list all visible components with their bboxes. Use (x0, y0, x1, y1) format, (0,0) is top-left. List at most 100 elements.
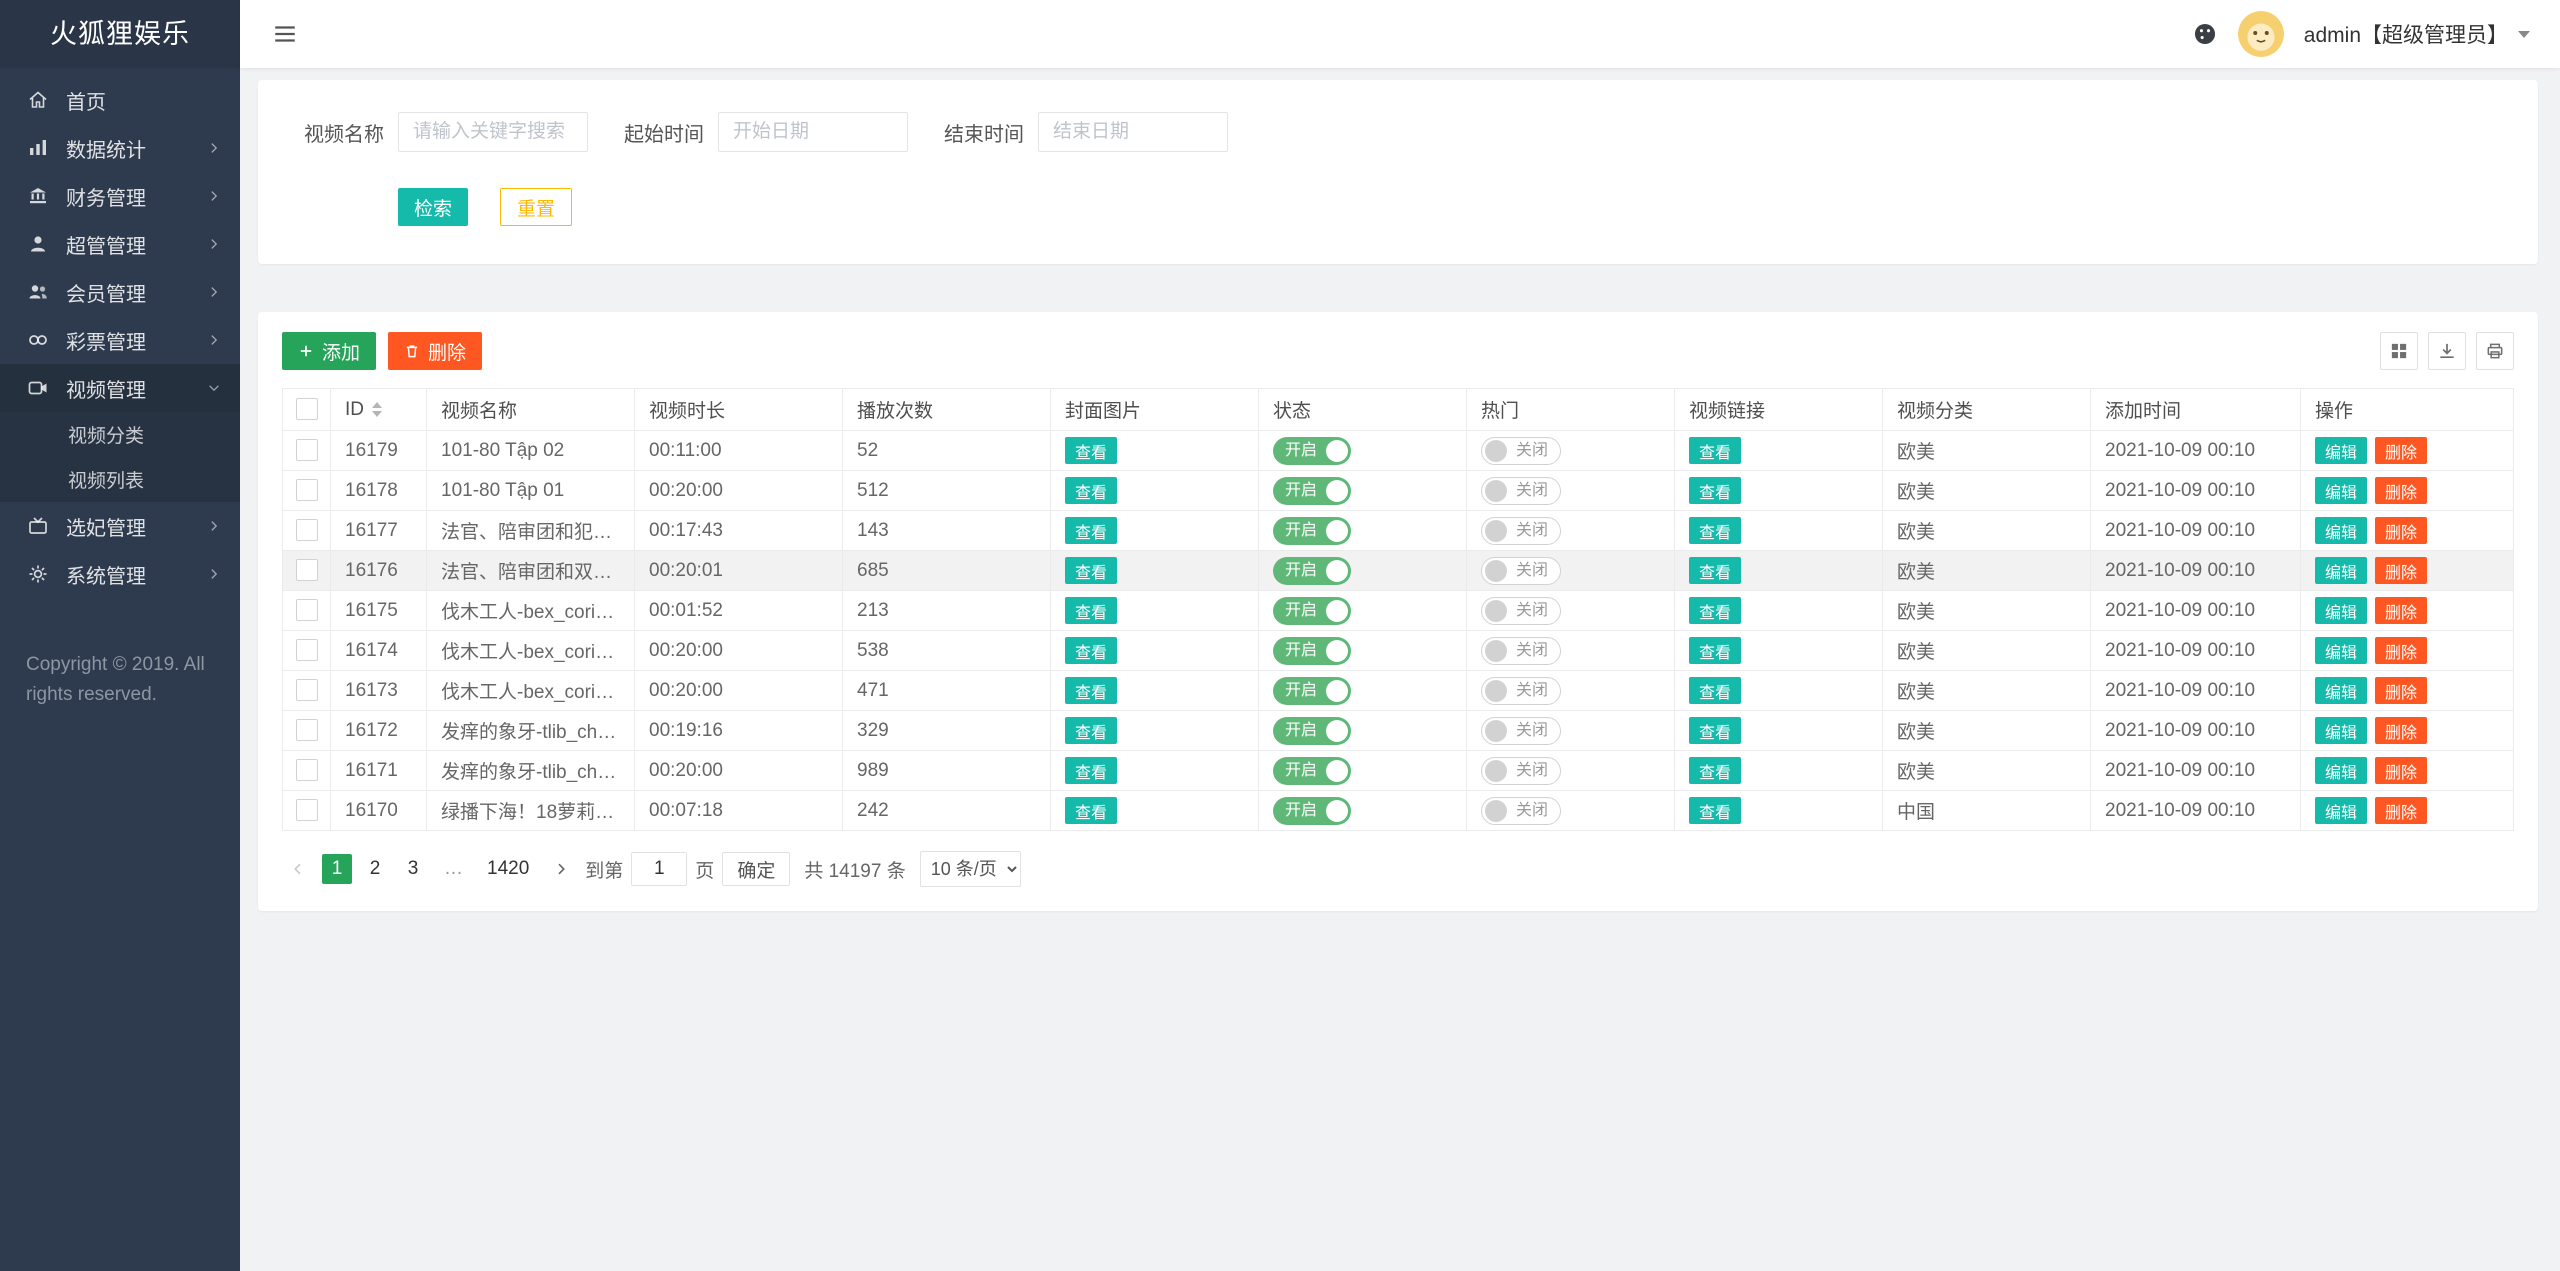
edit-button[interactable]: 编辑 (2315, 637, 2367, 664)
status-toggle[interactable]: 开启 (1273, 597, 1351, 625)
page-button[interactable]: 3 (398, 854, 428, 884)
row-checkbox[interactable] (296, 439, 318, 461)
row-checkbox[interactable] (296, 679, 318, 701)
edit-button[interactable]: 编辑 (2315, 717, 2367, 744)
prev-page-icon[interactable] (282, 854, 314, 884)
start-date-input[interactable] (718, 112, 908, 152)
video-name-input[interactable] (398, 112, 588, 152)
link-view-button[interactable]: 查看 (1689, 637, 1741, 664)
delete-button[interactable]: 删除 (2375, 797, 2427, 824)
search-button[interactable]: 检索 (398, 188, 468, 226)
cover-view-button[interactable]: 查看 (1065, 557, 1117, 584)
status-toggle[interactable]: 开启 (1273, 677, 1351, 705)
status-toggle[interactable]: 开启 (1273, 757, 1351, 785)
sidebar-item-admins[interactable]: 超管管理 (0, 220, 240, 268)
link-view-button[interactable]: 查看 (1689, 717, 1741, 744)
status-toggle[interactable]: 开启 (1273, 437, 1351, 465)
sidebar-item-system[interactable]: 系统管理 (0, 550, 240, 598)
delete-button[interactable]: 删除 (2375, 757, 2427, 784)
delete-button[interactable]: 删除 (2375, 637, 2427, 664)
status-toggle[interactable]: 开启 (1273, 557, 1351, 585)
filter-columns-icon[interactable] (2380, 332, 2418, 370)
row-checkbox[interactable] (296, 639, 318, 661)
cover-view-button[interactable]: 查看 (1065, 757, 1117, 784)
row-checkbox[interactable] (296, 759, 318, 781)
link-view-button[interactable]: 查看 (1689, 677, 1741, 704)
hot-toggle[interactable]: 关闭 (1481, 757, 1561, 785)
edit-button[interactable]: 编辑 (2315, 677, 2367, 704)
hot-toggle[interactable]: 关闭 (1481, 437, 1561, 465)
page-size-select[interactable]: 10 条/页 (920, 851, 1021, 887)
cover-view-button[interactable]: 查看 (1065, 597, 1117, 624)
next-page-icon[interactable] (545, 854, 577, 884)
link-view-button[interactable]: 查看 (1689, 437, 1741, 464)
sidebar-item-members[interactable]: 会员管理 (0, 268, 240, 316)
row-checkbox[interactable] (296, 519, 318, 541)
delete-button[interactable]: 删除 (2375, 597, 2427, 624)
status-toggle[interactable]: 开启 (1273, 637, 1351, 665)
link-view-button[interactable]: 查看 (1689, 597, 1741, 624)
print-icon[interactable] (2476, 332, 2514, 370)
link-view-button[interactable]: 查看 (1689, 517, 1741, 544)
delete-button[interactable]: 删除 (2375, 677, 2427, 704)
avatar[interactable] (2238, 11, 2284, 57)
page-button[interactable]: 1420 (479, 854, 537, 884)
sidebar-item-stats[interactable]: 数据统计 (0, 124, 240, 172)
edit-button[interactable]: 编辑 (2315, 477, 2367, 504)
row-checkbox[interactable] (296, 599, 318, 621)
export-icon[interactable] (2428, 332, 2466, 370)
end-date-input[interactable] (1038, 112, 1228, 152)
hot-toggle[interactable]: 关闭 (1481, 717, 1561, 745)
menu-toggle-icon[interactable] (270, 19, 300, 49)
cover-view-button[interactable]: 查看 (1065, 677, 1117, 704)
edit-button[interactable]: 编辑 (2315, 797, 2367, 824)
hot-toggle[interactable]: 关闭 (1481, 597, 1561, 625)
hot-toggle[interactable]: 关闭 (1481, 677, 1561, 705)
row-checkbox[interactable] (296, 559, 318, 581)
link-view-button[interactable]: 查看 (1689, 797, 1741, 824)
page-button[interactable]: 1 (322, 854, 352, 884)
link-view-button[interactable]: 查看 (1689, 757, 1741, 784)
cover-view-button[interactable]: 查看 (1065, 717, 1117, 744)
batch-delete-button[interactable]: 删除 (388, 332, 482, 370)
sidebar-item-video[interactable]: 视频管理 (0, 364, 240, 412)
sidebar-item-lottery[interactable]: 彩票管理 (0, 316, 240, 364)
cover-view-button[interactable]: 查看 (1065, 437, 1117, 464)
sidebar-item-xuanfei[interactable]: 选妃管理 (0, 502, 240, 550)
hot-toggle[interactable]: 关闭 (1481, 797, 1561, 825)
sidebar-subitem-video-list[interactable]: 视频列表 (0, 457, 240, 502)
status-toggle[interactable]: 开启 (1273, 717, 1351, 745)
sidebar-item-finance[interactable]: 财务管理 (0, 172, 240, 220)
add-button[interactable]: 添加 (282, 332, 376, 370)
reset-button[interactable]: 重置 (500, 188, 572, 226)
sidebar-item-home[interactable]: 首页 (0, 76, 240, 124)
cover-view-button[interactable]: 查看 (1065, 797, 1117, 824)
edit-button[interactable]: 编辑 (2315, 557, 2367, 584)
delete-button[interactable]: 删除 (2375, 557, 2427, 584)
delete-button[interactable]: 删除 (2375, 477, 2427, 504)
hot-toggle[interactable]: 关闭 (1481, 637, 1561, 665)
cover-view-button[interactable]: 查看 (1065, 477, 1117, 504)
theme-icon[interactable] (2192, 21, 2218, 47)
row-checkbox[interactable] (296, 799, 318, 821)
edit-button[interactable]: 编辑 (2315, 597, 2367, 624)
hot-toggle[interactable]: 关闭 (1481, 477, 1561, 505)
delete-button[interactable]: 删除 (2375, 717, 2427, 744)
edit-button[interactable]: 编辑 (2315, 517, 2367, 544)
sidebar-subitem-video-category[interactable]: 视频分类 (0, 412, 240, 457)
cover-view-button[interactable]: 查看 (1065, 517, 1117, 544)
edit-button[interactable]: 编辑 (2315, 437, 2367, 464)
jump-page-input[interactable] (631, 852, 687, 886)
row-checkbox[interactable] (296, 719, 318, 741)
status-toggle[interactable]: 开启 (1273, 797, 1351, 825)
user-menu[interactable]: admin【超级管理员】 (2304, 19, 2530, 49)
status-toggle[interactable]: 开启 (1273, 477, 1351, 505)
status-toggle[interactable]: 开启 (1273, 517, 1351, 545)
delete-button[interactable]: 删除 (2375, 517, 2427, 544)
hot-toggle[interactable]: 关闭 (1481, 557, 1561, 585)
select-all-checkbox[interactable] (296, 398, 318, 420)
delete-button[interactable]: 删除 (2375, 437, 2427, 464)
page-button[interactable]: 2 (360, 854, 390, 884)
hot-toggle[interactable]: 关闭 (1481, 517, 1561, 545)
jump-confirm-button[interactable]: 确定 (722, 852, 790, 886)
